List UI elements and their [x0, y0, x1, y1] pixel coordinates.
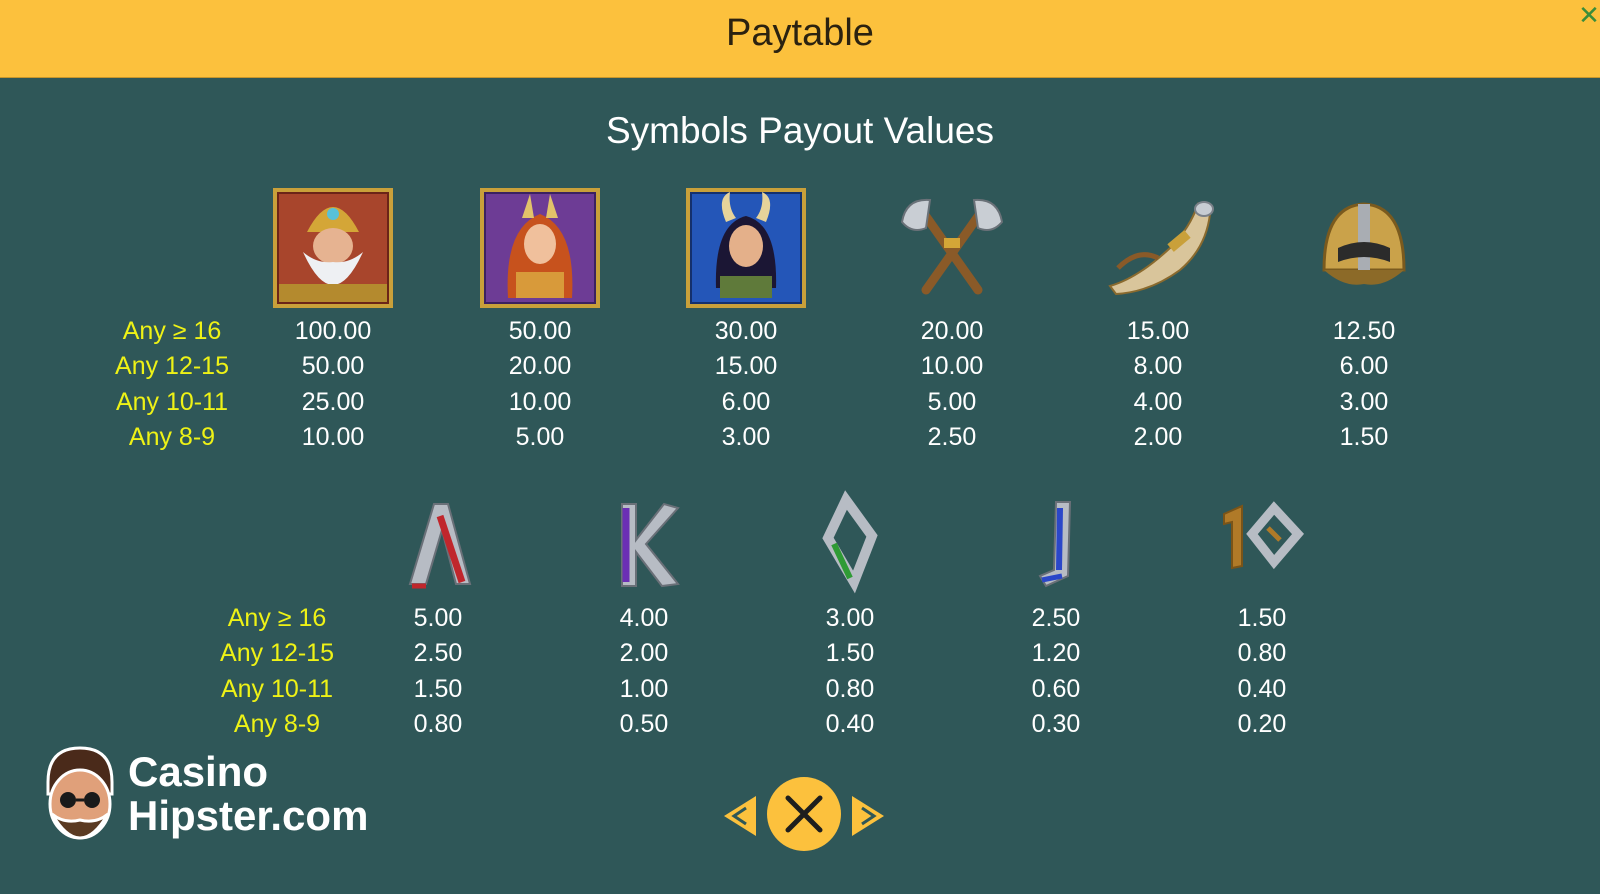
payout-value: 3.00 — [721, 423, 771, 451]
payout-value: 50.00 — [508, 317, 572, 345]
payout-value: 5.00 — [515, 423, 565, 451]
close-paytable-button[interactable] — [766, 776, 842, 852]
payout-value: 0.60 — [1031, 675, 1081, 703]
payout-value: 5.00 — [927, 388, 977, 416]
payout-value: 30.00 — [714, 317, 778, 345]
casino-hipster-logo: Casino Hipster.com — [40, 744, 400, 864]
payout-value: 0.80 — [825, 675, 875, 703]
freya-portrait-icon — [480, 188, 600, 308]
payout-value: 0.80 — [1237, 639, 1287, 667]
payout-value: 1.00 — [619, 675, 669, 703]
close-icon[interactable]: ✕ — [1578, 2, 1600, 28]
payout-value: 2.50 — [927, 423, 977, 451]
payout-value: 5.00 — [413, 604, 463, 632]
row-label-any-8-9: Any 8-9 — [233, 710, 321, 738]
row-label-any-16-plus: Any ≥ 16 — [227, 604, 327, 632]
payout-value: 4.00 — [619, 604, 669, 632]
row-label-any-12-15: Any 12-15 — [220, 639, 334, 667]
crossed-axes-icon — [892, 188, 1012, 308]
payout-value: 6.00 — [1339, 352, 1389, 380]
payout-value: 3.00 — [1339, 388, 1389, 416]
payout-value: 0.50 — [619, 710, 669, 738]
payout-value: 8.00 — [1133, 352, 1183, 380]
payout-value: 0.80 — [413, 710, 463, 738]
payout-value: 0.30 — [1031, 710, 1081, 738]
row-label-any-12-15: Any 12-15 — [115, 352, 229, 380]
previous-page-button[interactable] — [722, 794, 758, 838]
page-title: Paytable — [726, 12, 874, 54]
row-label-any-10-11: Any 10-11 — [220, 675, 334, 703]
payout-value: 1.50 — [1237, 604, 1287, 632]
paytable-header: Paytable ✕ — [0, 0, 1600, 78]
payout-value: 6.00 — [721, 388, 771, 416]
rune-q-icon — [790, 486, 910, 606]
odin-portrait-icon — [273, 188, 393, 308]
viking-helmet-icon — [1304, 188, 1424, 308]
payout-value: 2.50 — [1031, 604, 1081, 632]
payout-value: 15.00 — [714, 352, 778, 380]
payout-value: 15.00 — [1126, 317, 1190, 345]
close-icon — [767, 777, 841, 851]
payout-value: 0.40 — [1237, 675, 1287, 703]
logo-text-casino: Casino — [128, 748, 269, 795]
rune-k-icon — [584, 486, 704, 606]
payout-value: 0.40 — [825, 710, 875, 738]
payout-value: 2.00 — [1133, 423, 1183, 451]
payout-value: 50.00 — [301, 352, 365, 380]
next-page-button[interactable] — [850, 794, 886, 838]
payout-value: 10.00 — [301, 423, 365, 451]
rune-j-icon — [996, 486, 1116, 606]
payout-value: 4.00 — [1133, 388, 1183, 416]
payout-value: 10.00 — [920, 352, 984, 380]
chevron-right-icon — [852, 796, 884, 836]
row-label-any-10-11: Any 10-11 — [115, 388, 229, 416]
payout-value: 0.20 — [1237, 710, 1287, 738]
rune-10-icon — [1202, 486, 1322, 606]
payout-value: 20.00 — [920, 317, 984, 345]
payout-value: 1.20 — [1031, 639, 1081, 667]
payout-value: 1.50 — [825, 639, 875, 667]
payout-value: 100.00 — [294, 317, 372, 345]
payout-value: 2.00 — [619, 639, 669, 667]
chevron-left-icon — [724, 796, 756, 836]
payout-value: 1.50 — [413, 675, 463, 703]
row-label-any-8-9: Any 8-9 — [128, 423, 216, 451]
payout-value: 20.00 — [508, 352, 572, 380]
loki-portrait-icon — [686, 188, 806, 308]
payout-value: 10.00 — [508, 388, 572, 416]
logo-text-hipster: Hipster.com — [128, 792, 369, 839]
payout-value: 3.00 — [825, 604, 875, 632]
row-label-any-16-plus: Any ≥ 16 — [122, 317, 222, 345]
payout-value: 12.50 — [1332, 317, 1396, 345]
drinking-horn-icon — [1098, 188, 1218, 308]
paytable-navigation — [722, 774, 886, 854]
payout-value: 2.50 — [413, 639, 463, 667]
section-title: Symbols Payout Values — [605, 110, 994, 151]
rune-a-icon — [378, 486, 498, 606]
payout-value: 25.00 — [301, 388, 365, 416]
payout-value: 1.50 — [1339, 423, 1389, 451]
hipster-mascot-icon — [40, 744, 120, 864]
